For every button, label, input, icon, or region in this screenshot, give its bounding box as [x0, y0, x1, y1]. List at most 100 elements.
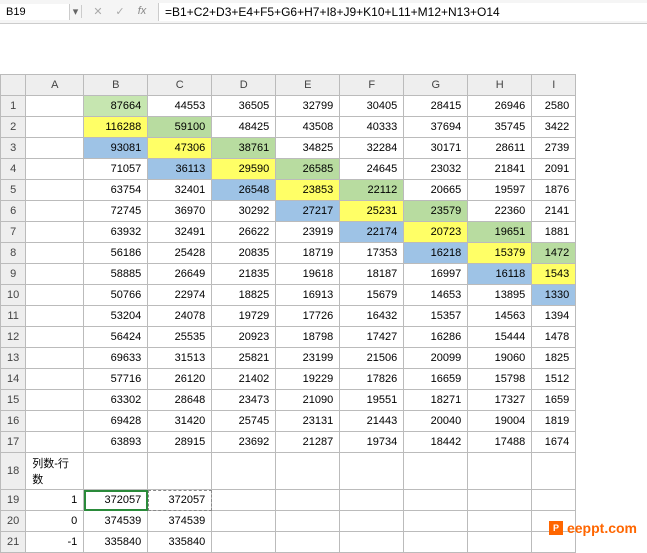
cell[interactable]: 43508	[276, 117, 340, 138]
cell[interactable]: 17826	[340, 369, 404, 390]
cell[interactable]: 53204	[84, 306, 148, 327]
cell[interactable]: 26622	[212, 222, 276, 243]
cell[interactable]: 23131	[276, 411, 340, 432]
cell[interactable]: 14653	[404, 285, 468, 306]
cell[interactable]: 372057	[84, 490, 148, 511]
col-header-E[interactable]: E	[276, 75, 340, 96]
cell[interactable]	[26, 96, 84, 117]
cell[interactable]: 3422	[532, 117, 576, 138]
cell[interactable]: 16659	[404, 369, 468, 390]
cell[interactable]: 19729	[212, 306, 276, 327]
row-header-2[interactable]: 2	[1, 117, 26, 138]
col-header-A[interactable]: A	[26, 75, 84, 96]
cell[interactable]	[26, 327, 84, 348]
cell[interactable]: 69428	[84, 411, 148, 432]
cell[interactable]	[276, 453, 340, 490]
cell[interactable]: 17488	[468, 432, 532, 453]
row-header-5[interactable]: 5	[1, 180, 26, 201]
cell[interactable]	[404, 453, 468, 490]
cell[interactable]: 23579	[404, 201, 468, 222]
formula-input[interactable]: =B1+C2+D3+E4+F5+G6+H7+I8+J9+K10+L11+M12+…	[158, 3, 647, 21]
cell[interactable]: 15357	[404, 306, 468, 327]
cell[interactable]	[26, 432, 84, 453]
cell[interactable]	[276, 511, 340, 532]
row-header-14[interactable]: 14	[1, 369, 26, 390]
cell[interactable]: 19618	[276, 264, 340, 285]
cell[interactable]: 36113	[148, 159, 212, 180]
cell[interactable]: 31513	[148, 348, 212, 369]
row-header-6[interactable]: 6	[1, 201, 26, 222]
cell[interactable]: 25821	[212, 348, 276, 369]
name-box[interactable]: B19	[0, 4, 70, 20]
cell[interactable]: 35745	[468, 117, 532, 138]
cell[interactable]: 20040	[404, 411, 468, 432]
cell[interactable]: 20099	[404, 348, 468, 369]
col-header-D[interactable]: D	[212, 75, 276, 96]
cell[interactable]	[212, 532, 276, 553]
cell[interactable]	[212, 511, 276, 532]
row-header-8[interactable]: 8	[1, 243, 26, 264]
cell[interactable]: 1	[26, 490, 84, 511]
cell[interactable]: 50766	[84, 285, 148, 306]
cell[interactable]: 63302	[84, 390, 148, 411]
cell[interactable]: -1	[26, 532, 84, 553]
cell[interactable]: 26585	[276, 159, 340, 180]
cell[interactable]	[468, 532, 532, 553]
col-header-H[interactable]: H	[468, 75, 532, 96]
cell[interactable]	[26, 348, 84, 369]
row-header-19[interactable]: 19	[1, 490, 26, 511]
cell[interactable]: 25231	[340, 201, 404, 222]
cell[interactable]: 28415	[404, 96, 468, 117]
cell[interactable]: 21090	[276, 390, 340, 411]
cell[interactable]: 19229	[276, 369, 340, 390]
cell[interactable]: 16286	[404, 327, 468, 348]
cell[interactable]: 36505	[212, 96, 276, 117]
cell[interactable]: 26120	[148, 369, 212, 390]
cell[interactable]: 1543	[532, 264, 576, 285]
cell[interactable]: 18719	[276, 243, 340, 264]
cell[interactable]: 23473	[212, 390, 276, 411]
cancel-icon[interactable]: ✕	[90, 5, 106, 18]
select-all-corner[interactable]	[1, 75, 26, 96]
cell[interactable]: 1659	[532, 390, 576, 411]
cell[interactable]: 57716	[84, 369, 148, 390]
col-header-C[interactable]: C	[148, 75, 212, 96]
fx-icon[interactable]: fx	[134, 5, 150, 18]
cell[interactable]: 32799	[276, 96, 340, 117]
cell[interactable]: 87664	[84, 96, 148, 117]
cell[interactable]: 15379	[468, 243, 532, 264]
cell[interactable]: 1825	[532, 348, 576, 369]
cell[interactable]	[26, 201, 84, 222]
cell[interactable]: 37694	[404, 117, 468, 138]
cell[interactable]: 20923	[212, 327, 276, 348]
cell[interactable]: 19597	[468, 180, 532, 201]
row-header-10[interactable]: 10	[1, 285, 26, 306]
cell[interactable]: 17726	[276, 306, 340, 327]
row-header-13[interactable]: 13	[1, 348, 26, 369]
cell[interactable]: 63932	[84, 222, 148, 243]
col-header-F[interactable]: F	[340, 75, 404, 96]
cell[interactable]: 21402	[212, 369, 276, 390]
cell[interactable]: 21835	[212, 264, 276, 285]
cell[interactable]: 2091	[532, 159, 576, 180]
cell[interactable]: 18442	[404, 432, 468, 453]
cell[interactable]: 1394	[532, 306, 576, 327]
cell[interactable]: 1876	[532, 180, 576, 201]
cell[interactable]: 21287	[276, 432, 340, 453]
cell[interactable]	[468, 511, 532, 532]
cell[interactable]: 16118	[468, 264, 532, 285]
cell[interactable]	[26, 222, 84, 243]
cell[interactable]	[26, 159, 84, 180]
cell[interactable]: 2739	[532, 138, 576, 159]
cell[interactable]: 71057	[84, 159, 148, 180]
cell[interactable]: 24078	[148, 306, 212, 327]
cell[interactable]: 20835	[212, 243, 276, 264]
cell[interactable]: 17327	[468, 390, 532, 411]
confirm-icon[interactable]: ✓	[112, 5, 128, 18]
cell[interactable]: 27217	[276, 201, 340, 222]
row-header-18[interactable]: 18	[1, 453, 26, 490]
row-header-7[interactable]: 7	[1, 222, 26, 243]
cell[interactable]	[26, 390, 84, 411]
cell[interactable]	[26, 180, 84, 201]
cell[interactable]: 38761	[212, 138, 276, 159]
